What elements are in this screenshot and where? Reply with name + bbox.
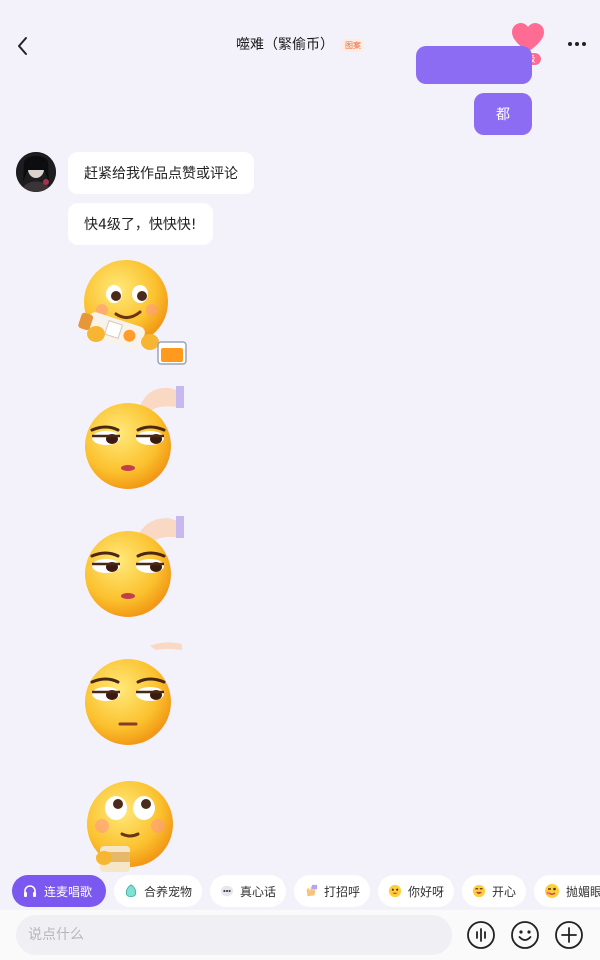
sticker-side-eye[interactable] [78,384,188,494]
avatar-image [16,152,56,192]
sticker-side-eye[interactable] [78,512,188,622]
outgoing-message-partial[interactable] [416,46,532,84]
sticker-side-eye[interactable] [78,640,188,750]
sticker-pouring-juice[interactable] [78,256,188,366]
chip-label: 连麦唱歌 [44,884,93,899]
voice-button[interactable] [466,920,496,950]
pet-egg-icon [125,884,137,897]
chip-raise-pet[interactable]: 合养宠物 [114,875,202,907]
chip-happy[interactable]: 开心 [462,875,526,907]
chip-wink[interactable]: 抛媚眼 [534,875,600,907]
emoji-button[interactable] [510,920,540,950]
chip-truth[interactable]: 真心话 [210,875,286,907]
more-dots-icon [568,42,586,46]
chip-label: 你好呀 [407,884,444,899]
wink-emoji-icon [545,884,559,898]
chip-hello[interactable]: 你好呀 [378,875,454,907]
smile-emoji-icon [388,884,402,898]
chip-label: 合养宠物 [143,884,192,899]
add-button[interactable] [554,920,584,950]
chat-bubble-icon [220,885,234,897]
outgoing-message[interactable]: 都 [474,93,532,135]
happy-emoji-icon [472,884,486,898]
incoming-message[interactable]: 快4级了，快快快! [68,203,213,245]
chip-label: 开心 [491,884,516,899]
wave-hand-icon [306,884,318,897]
avatar[interactable] [16,152,56,192]
message-input[interactable] [16,915,452,955]
chat-screen: 噬难（緊偷币）图案 9级 都 赶紧给我作品点赞或评论 快4级了，快快 [0,0,600,960]
more-button[interactable] [562,32,592,56]
chip-label: 打招呼 [323,884,360,899]
chip-label: 抛媚眼 [566,884,600,899]
incoming-message[interactable]: 赶紧给我作品点赞或评论 [68,152,254,194]
title-badge: 图案 [342,38,364,52]
sticker-holding-drink[interactable] [78,774,188,884]
chip-sing-together[interactable]: 连麦唱歌 [12,875,106,907]
emoji-face-icon [511,921,539,949]
chat-title: 噬难（緊偷币） [236,37,334,53]
voice-wave-icon [467,921,495,949]
headphones-icon [24,885,36,897]
quick-action-bar: 连麦唱歌 合养宠物 真心话 打招呼 你好呀 开心 抛媚眼 [0,872,600,910]
plus-icon [555,921,583,949]
chip-greet[interactable]: 打招呼 [294,875,370,907]
message-input-bar [0,910,600,960]
chip-label: 真心话 [239,884,276,899]
